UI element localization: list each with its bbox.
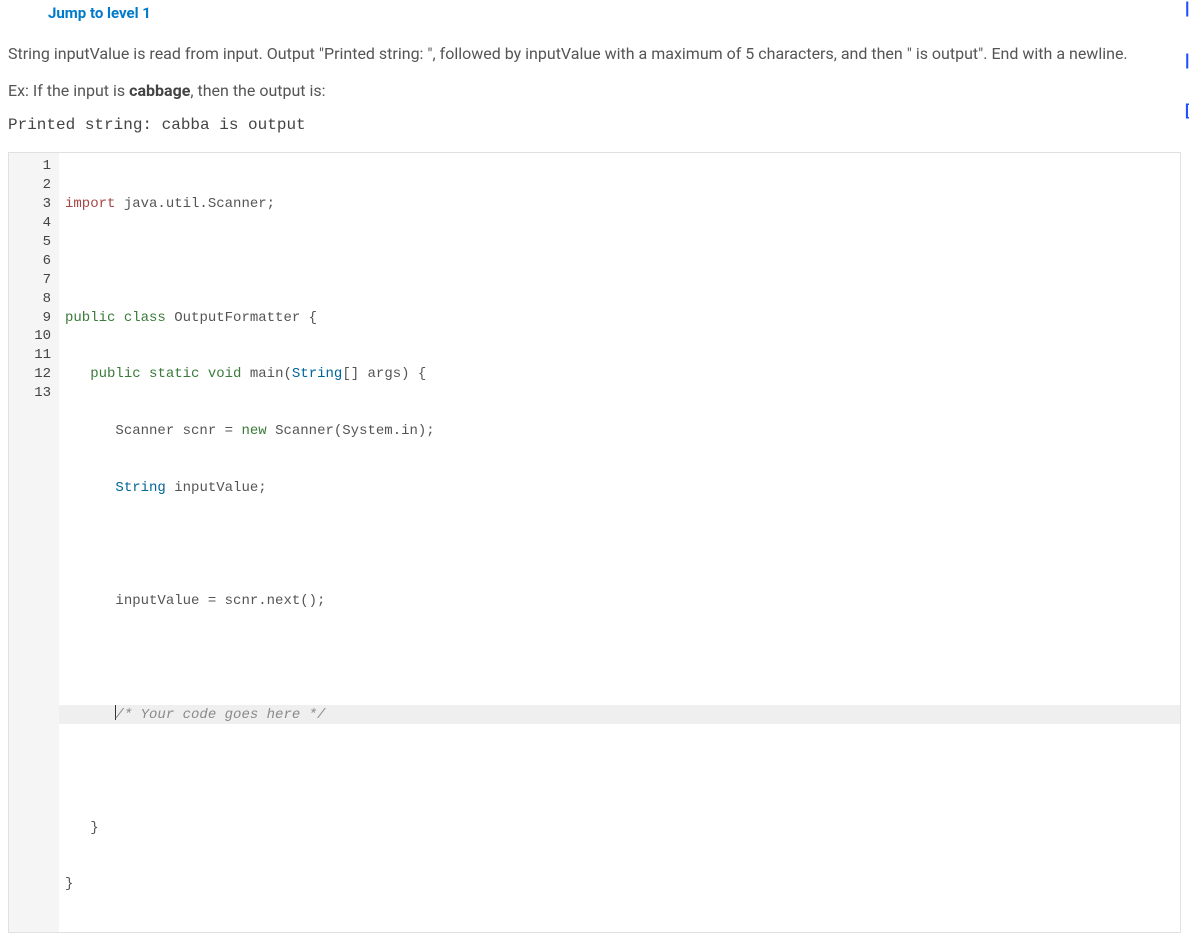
keyword-static: static [141, 366, 200, 382]
code-line[interactable]: inputValue = scnr.next(); [59, 592, 1180, 611]
line-number: 3 [9, 195, 51, 214]
line-number: 12 [9, 365, 51, 384]
code-text: } [65, 876, 73, 892]
comment: /* Your code goes here */ [115, 707, 325, 723]
keyword-new: new [241, 423, 266, 439]
keyword-class: class [115, 310, 165, 326]
code-line[interactable] [59, 649, 1180, 668]
type-string: String [292, 366, 342, 382]
type-string: String [115, 480, 165, 496]
code-text: Scanner(System.in); [267, 423, 435, 439]
jump-to-level-link[interactable]: Jump to level 1 [8, 0, 1181, 42]
line-number: 2 [9, 176, 51, 195]
line-number: 1 [9, 157, 51, 176]
prompt-line-1: String inputValue is read from input. Ou… [8, 44, 903, 63]
code-pad [65, 366, 90, 382]
code-line[interactable]: import java.util.Scanner; [59, 195, 1180, 214]
code-line[interactable] [59, 762, 1180, 781]
problem-description: String inputValue is read from input. Ou… [8, 42, 1181, 65]
line-number: 8 [9, 290, 51, 309]
side-mark-icon: [ [1185, 102, 1189, 121]
code-line[interactable]: public static void main(String[] args) { [59, 365, 1180, 384]
code-pad [65, 707, 115, 723]
code-text: } [90, 820, 98, 836]
line-number: 11 [9, 346, 51, 365]
side-mark-icon: | [1185, 52, 1189, 71]
code-content[interactable]: import java.util.Scanner; public class O… [59, 153, 1180, 932]
code-text: OutputFormatter { [166, 310, 317, 326]
line-number-gutter: 1 2 3 4 5 6 7 8 9 10 11 12 13 [9, 153, 59, 932]
code-line[interactable]: Scanner scnr = new Scanner(System.in); [59, 422, 1180, 441]
keyword-public: public [90, 366, 140, 382]
side-mark-icon: | [1185, 0, 1189, 19]
code-pad [65, 423, 115, 439]
code-text: Scanner scnr = [115, 423, 241, 439]
line-number: 5 [9, 233, 51, 252]
example-input: cabbage [129, 81, 190, 100]
code-line[interactable] [59, 535, 1180, 554]
code-text: inputValue = scnr.next(); [115, 593, 325, 609]
challenge-panel: Jump to level 1 String inputValue is rea… [0, 0, 1189, 933]
code-line[interactable]: } [59, 875, 1180, 894]
keyword-void: void [199, 366, 241, 382]
example-prefix: Ex: If the input is [8, 81, 129, 100]
code-line[interactable]: } [59, 819, 1180, 838]
keyword-import: import [65, 196, 115, 212]
code-text: [] args) { [342, 366, 426, 382]
code-line[interactable] [59, 252, 1180, 271]
line-number: 7 [9, 271, 51, 290]
code-line[interactable]: public class OutputFormatter { [59, 309, 1180, 328]
keyword-public: public [65, 310, 115, 326]
code-pad [65, 593, 115, 609]
line-number: 4 [9, 214, 51, 233]
line-number: 10 [9, 327, 51, 346]
prompt-line-2: " is output". End with a newline. [907, 44, 1128, 63]
line-number: 9 [9, 309, 51, 328]
code-line[interactable]: String inputValue; [59, 479, 1180, 498]
code-pad [65, 480, 115, 496]
example-description: Ex: If the input is cabbage, then the ou… [8, 79, 1181, 102]
code-pad [65, 820, 90, 836]
example-suffix: , then the output is: [190, 81, 325, 100]
code-line-active[interactable]: /* Your code goes here */ [59, 705, 1180, 724]
code-text: main( [241, 366, 291, 382]
code-text: java.util.Scanner; [115, 196, 275, 212]
code-editor[interactable]: 1 2 3 4 5 6 7 8 9 10 11 12 13 import jav… [8, 152, 1181, 933]
example-output: Printed string: cabba is output [8, 116, 1181, 134]
line-number: 6 [9, 252, 51, 271]
code-text: inputValue; [166, 480, 267, 496]
line-number: 13 [9, 384, 51, 403]
